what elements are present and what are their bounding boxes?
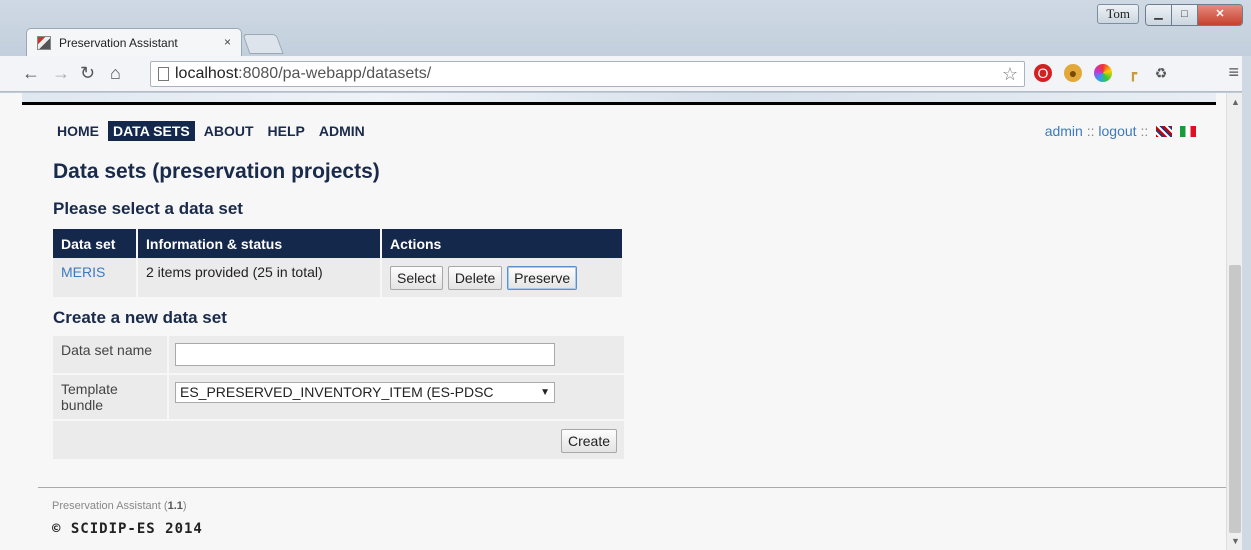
browser-menu-icon[interactable]: ≡ <box>1228 62 1239 83</box>
url-host: localhost <box>175 65 239 82</box>
delete-button[interactable]: Delete <box>447 266 503 290</box>
create-form: Data set name Template bundle ES_PRESERV… <box>53 336 624 459</box>
english-flag-icon[interactable] <box>1156 126 1173 137</box>
nav-admin[interactable]: ADMIN <box>314 121 370 141</box>
form-actions: Create <box>53 421 624 459</box>
recycle-extension-icon[interactable]: ♻ <box>1152 64 1170 82</box>
page-banner <box>22 93 1216 105</box>
create-button[interactable]: Create <box>560 429 617 453</box>
browser-tab[interactable]: Preservation Assistant × <box>26 28 242 56</box>
template-selected-value: ES_PRESERVED_INVENTORY_ITEM (ES-PDSC <box>180 384 494 400</box>
dropdown-arrow-icon: ▼ <box>537 383 550 402</box>
address-bar[interactable]: localhost:8080/pa-webapp/datasets/ ☆ <box>150 61 1025 87</box>
window-close-icon[interactable]: ✕ <box>1198 5 1242 25</box>
select-button[interactable]: Select <box>390 266 443 290</box>
scroll-up-icon[interactable]: ▲ <box>1231 97 1240 107</box>
footer-version: Preservation Assistant (1.1) <box>52 500 187 512</box>
actions-cell: Select Delete Preserve <box>381 258 624 297</box>
tab-title: Preservation Assistant <box>59 36 178 50</box>
page-icon <box>158 67 169 81</box>
datasets-table: Data set Information & status Actions ME… <box>53 229 624 297</box>
footer-copyright: © SCIDIP-ES 2014 <box>52 521 203 537</box>
minimize-icon[interactable]: ▁ <box>1146 5 1172 25</box>
separator: :: <box>1140 123 1149 139</box>
new-tab-button[interactable] <box>242 34 284 54</box>
form-row: Data set name <box>53 336 624 375</box>
maximize-icon[interactable]: □ <box>1172 5 1198 25</box>
hammer-extension-icon[interactable]: ┏ <box>1124 64 1142 82</box>
forward-icon[interactable]: → <box>52 63 70 83</box>
dataset-cell: MERIS <box>53 258 138 297</box>
back-icon[interactable]: ← <box>22 63 40 83</box>
info-cell: 2 items provided (25 in total) <box>137 258 382 297</box>
table-row: MERIS 2 items provided (25 in total) Sel… <box>53 258 624 297</box>
table-header-row: Data set Information & status Actions <box>53 229 624 258</box>
column-header: Information & status <box>137 229 382 258</box>
profile-button[interactable]: Tom <box>1097 4 1139 24</box>
footer-divider <box>38 487 1226 488</box>
nav-about[interactable]: ABOUT <box>199 121 259 141</box>
scrollbar-thumb[interactable] <box>1229 265 1241 533</box>
name-label: Data set name <box>53 336 169 373</box>
tab-close-icon[interactable]: × <box>224 35 231 49</box>
template-bundle-select[interactable]: ES_PRESERVED_INVENTORY_ITEM (ES-PDSC ▼ <box>175 382 555 403</box>
footer-version-number: 1.1 <box>167 500 183 512</box>
separator: :: <box>1086 123 1095 139</box>
template-field-cell: ES_PRESERVED_INVENTORY_ITEM (ES-PDSC ▼ <box>169 375 624 419</box>
browser-toolbar: ← → ↻ ⌂ localhost:8080/pa-webapp/dataset… <box>0 56 1251 92</box>
site-favicon-icon <box>37 36 51 50</box>
italian-flag-icon[interactable] <box>1180 126 1196 137</box>
nav-data-sets[interactable]: DATA SETS <box>108 121 195 141</box>
reload-icon[interactable]: ↻ <box>80 63 95 83</box>
opera-extension-icon[interactable]: O <box>1034 64 1052 82</box>
home-icon[interactable]: ⌂ <box>110 63 121 83</box>
nav-help[interactable]: HELP <box>263 121 310 141</box>
create-heading: Create a new data set <box>53 308 227 327</box>
form-row: Template bundle ES_PRESERVED_INVENTORY_I… <box>53 375 624 421</box>
user-link[interactable]: admin <box>1045 123 1083 139</box>
preserve-button[interactable]: Preserve <box>507 266 578 290</box>
user-links: admin :: logout :: <box>1045 123 1196 139</box>
url-path: :8080/pa-webapp/datasets/ <box>238 65 432 82</box>
scroll-down-icon[interactable]: ▼ <box>1231 536 1240 546</box>
column-header: Data set <box>53 229 138 258</box>
window-frame <box>1242 56 1251 550</box>
bookmark-star-icon[interactable]: ☆ <box>1002 62 1018 86</box>
template-label: Template bundle <box>53 375 169 419</box>
nav-home[interactable]: HOME <box>52 121 104 141</box>
page-viewport: HOME DATA SETS ABOUT HELP ADMIN admin ::… <box>0 93 1226 550</box>
color-extension-icon[interactable] <box>1094 64 1112 82</box>
cookie-extension-icon[interactable]: ● <box>1064 64 1082 82</box>
dataset-link[interactable]: MERIS <box>61 264 105 280</box>
logout-link[interactable]: logout <box>1098 123 1136 139</box>
vertical-scrollbar[interactable]: ▲ ▼ <box>1226 93 1242 550</box>
name-field-cell <box>169 336 624 373</box>
footer-app-name: Preservation Assistant <box>52 500 161 512</box>
page-title: Data sets (preservation projects) <box>53 160 380 183</box>
main-nav: HOME DATA SETS ABOUT HELP ADMIN <box>52 121 370 141</box>
window-titlebar: Preservation Assistant × Tom ▁ □ ✕ <box>0 0 1251 56</box>
select-heading: Please select a data set <box>53 199 243 218</box>
dataset-name-input[interactable] <box>175 343 555 366</box>
column-header: Actions <box>381 229 624 258</box>
